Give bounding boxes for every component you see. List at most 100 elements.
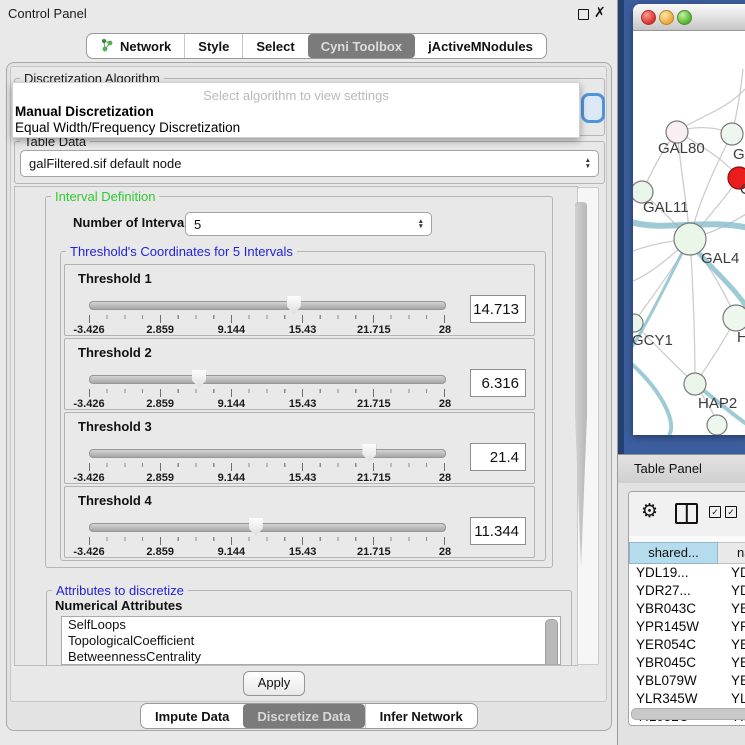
slider-tick-labels: -3.426 2.859 9.144 15.43 21.715 28 [89,546,445,558]
group-title: Threshold's Coordinates for 5 Intervals [66,244,297,259]
threshold-2-slider[interactable]: -3.426 2.859 9.144 15.43 21.715 28 [89,369,444,409]
vertical-scrollbar[interactable] [577,187,599,665]
threshold-value-field[interactable]: 11.344 [470,517,526,545]
tab-network[interactable]: Network [87,34,184,58]
slider-track[interactable] [89,301,446,310]
table-row[interactable]: YLR345WYLR3 [629,690,745,708]
node-hap2[interactable] [684,373,706,395]
zoom-traffic-light-icon[interactable] [677,10,692,25]
tab-select[interactable]: Select [242,34,307,58]
spinner-arrows-icon[interactable]: ▲▼ [585,158,598,169]
slider-track[interactable] [89,449,446,458]
checkbox-icon[interactable]: ✓ [725,506,737,518]
tab-discretize-data[interactable]: Discretize Data [243,704,364,728]
list-scrollbar-thumb[interactable] [545,619,558,665]
slider-thumb[interactable] [362,444,376,462]
threshold-label: Threshold 4 [78,493,152,508]
table-row[interactable]: YDR27...YDR2 [629,582,745,600]
node-label: HAP2 [698,395,737,412]
table-rows: YDL19...YDL1 YDR27...YDR2 YBR043CYBR0 YP… [629,564,745,726]
node-bottom[interactable] [707,415,727,435]
slider-thumb[interactable] [192,370,206,388]
table-panel-title: Table Panel [634,461,702,476]
tab-impute-data[interactable]: Impute Data [141,704,243,728]
threshold-value-field[interactable]: 21.4 [470,443,526,471]
slider-track[interactable] [89,375,446,384]
threshold-4-panel: Threshold 4 -3.426 2.859 9.144 15.43 21.… [64,486,535,558]
table-panel-box: ⚙ ✓ ✓ shared... na YDL19...YDL1 YDR27...… [628,491,745,726]
node-label: GA [733,146,745,163]
table-row[interactable]: YPR145WYPR1 [629,618,745,636]
apply-button[interactable]: Apply [243,671,305,696]
table-toolbar: ⚙ ✓ ✓ [629,492,745,536]
slider-ticks [89,537,446,545]
node-ga[interactable] [721,123,743,145]
tab-label: Network [120,39,171,54]
gear-icon[interactable]: ⚙ [641,500,658,523]
numerical-attributes-list[interactable]: SelfLoops TopologicalCoefficient Between… [61,616,561,665]
group-title: Interval Definition [51,189,159,204]
threshold-label: Threshold 2 [78,345,152,360]
tab-jactivemnodules[interactable]: jActiveMNodules [415,34,546,58]
spinner-arrows-icon[interactable]: ▲▼ [418,219,431,230]
slider-thumb[interactable] [287,296,301,314]
tab-style[interactable]: Style [184,34,242,58]
threshold-2-panel: Threshold 2 -3.426 2.859 9.144 15.43 21.… [64,338,535,410]
control-panel-window: Control Panel ✗ Network Style [0,0,618,745]
threshold-value-field[interactable]: 6.316 [470,369,526,397]
tab-infer-network[interactable]: Infer Network [365,704,477,728]
checkbox-icon[interactable]: ✓ [709,506,721,518]
network-canvas[interactable]: GAL80 GA C GAL11 GAL4 GCY1 H HAP2 [633,31,745,435]
table-row[interactable]: YBR043CYBR0 [629,600,745,618]
threshold-label: Threshold 3 [78,419,152,434]
list-item[interactable]: SelfLoops [62,617,560,633]
table-data-combobox[interactable]: galFiltered.sif default node ▲▼ [20,150,599,177]
close-icon[interactable]: ✗ [594,4,606,21]
horizontal-scrollbar-thumb[interactable] [631,708,745,720]
scrollbar-thumb[interactable] [575,202,587,568]
threshold-value-field[interactable]: 14.713 [470,295,526,323]
node-label: GAL11 [643,199,689,216]
popup-option-manual-discretization[interactable]: Manual Discretization [15,104,154,119]
table-row[interactable]: YBR045CYBR0 [629,654,745,672]
threshold-4-slider[interactable]: -3.426 2.859 9.144 15.43 21.715 28 [89,517,444,557]
threshold-1-slider[interactable]: -3.426 2.859 9.144 15.43 21.715 28 [89,295,444,335]
float-window-icon[interactable] [578,9,589,20]
node-label: GAL80 [658,140,705,157]
slider-track[interactable] [89,523,446,532]
minimize-traffic-light-icon[interactable] [659,10,674,25]
network-window-titlebar[interactable] [633,4,745,31]
column-header-shared-name[interactable]: shared... [629,542,718,564]
group-title: Attributes to discretize [52,583,188,598]
threshold-1-panel: Threshold 1 -3.426 2.859 9.144 15.43 21.… [64,264,535,336]
combo-value: 5 [186,217,418,232]
table-row[interactable]: YDL19...YDL1 [629,564,745,582]
tab-cyni-toolbox[interactable]: Cyni Toolbox [308,34,415,58]
table-panel-body: ⚙ ✓ ✓ shared... na YDL19...YDL1 YDR27...… [618,483,745,745]
column-header-name[interactable]: na [718,542,745,564]
split-columns-icon[interactable] [675,503,698,524]
table-row[interactable]: YER054CYER0 [629,636,745,654]
node-label: C [740,181,745,198]
list-item[interactable]: TopologicalCoefficient [62,633,560,649]
threshold-3-panel: Threshold 3 -3.426 2.859 9.144 15.43 21.… [64,412,535,484]
close-traffic-light-icon[interactable] [641,10,656,25]
number-of-intervals-combobox[interactable]: 5 ▲▼ [185,212,432,236]
window-title: Control Panel [8,6,87,21]
node-label: GCY1 [633,332,673,349]
slider-ticks [89,389,446,397]
table-panel-titlebar: Table Panel [618,454,745,485]
top-tab-bar: Network Style Select Cyni Toolbox jActiv… [86,33,547,59]
algorithm-combo-arrow-button[interactable] [581,93,605,123]
table-row[interactable]: YBL079WYBL0 [629,672,745,690]
list-item[interactable]: BetweennessCentrality [62,649,560,665]
slider-ticks [89,315,446,323]
node-h[interactable] [723,305,745,331]
network-nodes[interactable] [633,121,745,435]
network-view-window: GAL80 GA C GAL11 GAL4 GCY1 H HAP2 [633,4,745,435]
popup-option-equal-width-frequency[interactable]: Equal Width/Frequency Discretization [15,120,240,135]
threshold-3-slider[interactable]: -3.426 2.859 9.144 15.43 21.715 28 [89,443,444,483]
bottom-tab-bar: Impute Data Discretize Data Infer Networ… [140,703,478,729]
slider-thumb[interactable] [249,518,263,536]
slider-tick-labels: -3.426 2.859 9.144 15.43 21.715 28 [89,398,445,410]
